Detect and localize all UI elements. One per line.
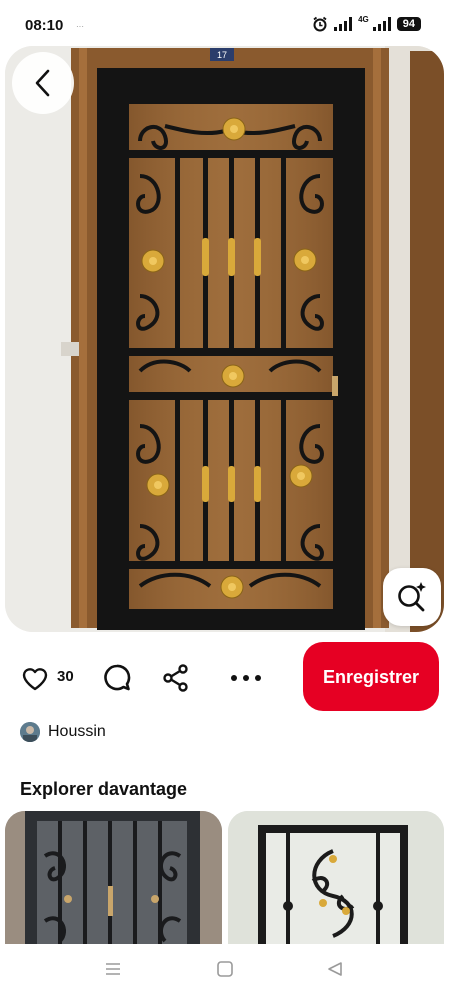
back-triangle-icon[interactable]: [326, 960, 344, 978]
related-pin-card[interactable]: [228, 811, 444, 951]
comment-bubble-icon[interactable]: [102, 663, 132, 693]
share-icon[interactable]: [161, 663, 191, 693]
pin-actions: 30 Enregistrer: [0, 640, 449, 716]
visual-search-icon: [398, 582, 426, 612]
author-link[interactable]: Houssin: [20, 720, 106, 744]
status-right-group: 4G 94: [312, 14, 421, 32]
system-nav-bar: [0, 944, 449, 1000]
battery-indicator: 94: [396, 17, 421, 31]
alarm-icon: [312, 16, 328, 32]
related-pin-image-2: [228, 811, 444, 951]
pin-image[interactable]: 17: [5, 46, 444, 632]
visual-search-button[interactable]: [383, 568, 441, 626]
more-dots-icon[interactable]: [228, 672, 264, 684]
back-button[interactable]: [12, 52, 74, 114]
author-name: Houssin: [48, 723, 106, 740]
explore-title: Explorer davantage: [20, 779, 188, 799]
related-pin-card[interactable]: [5, 811, 222, 951]
home-square-icon[interactable]: [216, 960, 234, 978]
signal-icon: [334, 17, 353, 31]
door-photo: 17: [5, 46, 444, 632]
like-count: 30: [57, 668, 74, 685]
related-pin-image-1: [5, 811, 222, 951]
avatar: [20, 722, 40, 742]
status-notification-indicator: ···: [76, 22, 84, 31]
signal-2-icon: [372, 17, 391, 31]
status-bar: 08:10 ··· 4G 94: [0, 0, 449, 46]
save-button-label: Enregistrer: [322, 667, 420, 687]
chevron-left-icon: [35, 69, 50, 97]
heart-icon[interactable]: [20, 663, 50, 693]
save-button[interactable]: Enregistrer: [303, 642, 439, 711]
menu-icon[interactable]: [104, 960, 122, 978]
door-number: 17: [217, 50, 227, 60]
network-type: 4G: [358, 14, 369, 24]
status-time: 08:10: [25, 17, 64, 34]
